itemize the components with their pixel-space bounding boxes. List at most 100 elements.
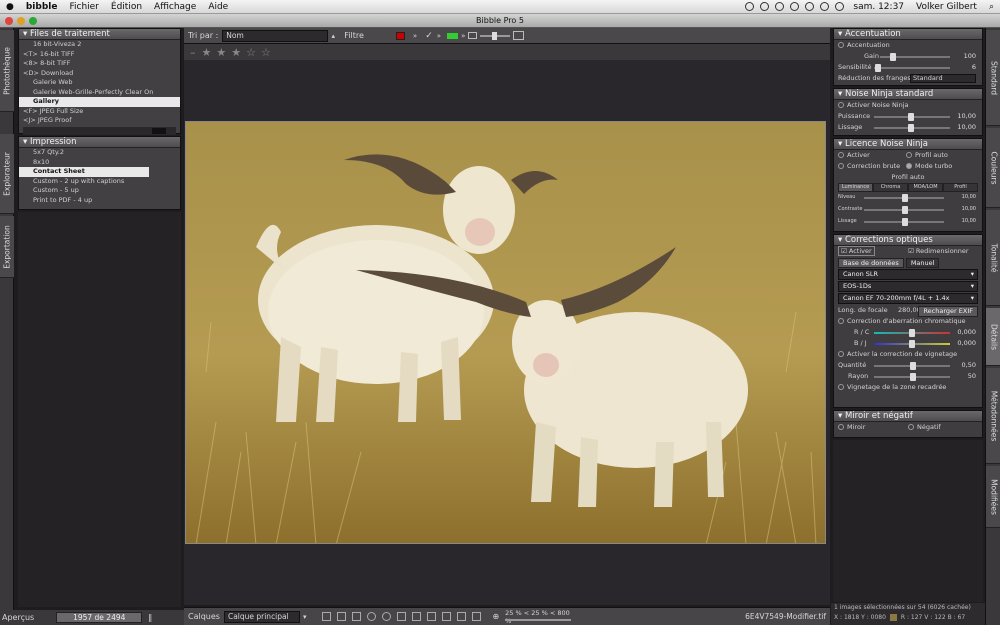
straighten-icon[interactable] xyxy=(337,612,347,621)
zoom-icon[interactable]: ⊕ xyxy=(492,612,499,621)
tab-metadonnees[interactable]: Métadonnées xyxy=(986,368,1000,464)
list-item[interactable]: <T> 16-bit TIFF xyxy=(19,50,180,60)
user-name[interactable]: Volker Gilbert xyxy=(910,2,983,12)
app-menu[interactable]: bibble xyxy=(20,2,64,12)
list-item[interactable]: 5x7 Qty.2 xyxy=(19,148,180,158)
green-label-icon[interactable] xyxy=(447,32,459,39)
menu-aide[interactable]: Aide xyxy=(202,2,234,12)
body-select[interactable]: EOS-1Ds xyxy=(838,281,978,292)
profil-auto-checkbox[interactable]: Profil auto xyxy=(906,150,948,161)
list-item[interactable]: <J> JPEG Proof xyxy=(19,116,180,126)
tab-modifiees[interactable]: Modifiées xyxy=(986,466,1000,528)
list-item[interactable]: Galerie Web xyxy=(19,78,180,88)
status-icon[interactable] xyxy=(760,2,770,11)
zoom-control[interactable]: 25 % < 25 % < 800 % xyxy=(505,609,575,625)
redeye-icon[interactable] xyxy=(382,612,392,621)
tab-details[interactable]: Détails xyxy=(986,308,1000,366)
eyedropper-icon[interactable] xyxy=(427,612,437,621)
horizontal-scrollbar[interactable] xyxy=(23,126,176,135)
noise-license-header[interactable]: ▾ Licence Noise Ninja xyxy=(834,139,982,150)
list-item[interactable]: Galerie Web-Grille-Perfectly Clear On xyxy=(19,88,180,98)
power-slider[interactable] xyxy=(874,113,950,121)
gain-slider[interactable] xyxy=(880,53,950,61)
tab-explorateur[interactable]: Explorateur xyxy=(0,134,14,214)
close-icon[interactable] xyxy=(5,17,13,25)
mirror-checkbox[interactable]: Miroir xyxy=(838,423,865,431)
tab-phototheque[interactable]: Photothèque xyxy=(0,30,14,112)
zoom-icon[interactable] xyxy=(29,17,37,25)
zoom-slider[interactable] xyxy=(505,618,572,621)
layer-select[interactable]: Calque principal xyxy=(223,610,300,623)
scrollbar-thumb[interactable] xyxy=(152,127,166,134)
lens-select[interactable]: Canon EF 70-200mm f/4L + 1.4x xyxy=(838,293,978,304)
vignette-zone-toggle[interactable]: Vignetage de la zone recadrée xyxy=(834,382,982,393)
camera-select[interactable]: Canon SLR xyxy=(838,269,978,280)
menu-edition[interactable]: Édition xyxy=(105,2,148,12)
star-icon[interactable]: ☆ xyxy=(246,46,256,59)
bj-slider[interactable] xyxy=(874,340,950,348)
negative-checkbox[interactable]: Négatif xyxy=(908,422,941,433)
smoothing-slider[interactable] xyxy=(874,124,950,132)
list-item[interactable]: Contact Sheet xyxy=(19,167,149,177)
list-item[interactable]: 8x10 xyxy=(19,158,180,168)
chevron-down-icon[interactable]: ▾ xyxy=(303,613,307,621)
red-label-icon[interactable] xyxy=(395,31,405,40)
slider-knob[interactable] xyxy=(492,31,498,40)
tab-profil[interactable]: Profil xyxy=(943,183,978,192)
spotlight-icon[interactable]: ⌕ xyxy=(983,2,1000,12)
star-icon[interactable]: ★ xyxy=(231,46,241,59)
print-panel-header[interactable]: ▾ Impression xyxy=(19,137,180,148)
hand-icon[interactable] xyxy=(457,612,467,621)
clock[interactable]: sam. 12:37 xyxy=(847,2,910,12)
thumbnail-small-icon[interactable] xyxy=(468,32,478,39)
tab-luminance[interactable]: Luminance xyxy=(838,183,873,192)
volume-icon[interactable] xyxy=(820,2,830,11)
thumbnail-large-icon[interactable] xyxy=(513,31,525,40)
status-icon[interactable] xyxy=(775,2,785,11)
chevron-icon[interactable]: » xyxy=(437,32,441,40)
sensitivity-slider[interactable] xyxy=(874,64,950,72)
star-icon[interactable]: ★ xyxy=(202,46,212,59)
wifi-icon[interactable] xyxy=(805,2,815,11)
tab-chroma[interactable]: Chroma xyxy=(873,183,908,192)
tab-database[interactable]: Base de données xyxy=(838,258,904,268)
noise-toggle[interactable]: Activer Noise Ninja xyxy=(834,100,982,111)
chevron-icon[interactable]: » xyxy=(413,32,417,40)
star-icon[interactable]: ★ xyxy=(216,46,226,59)
fringe-select[interactable]: Standard xyxy=(910,74,976,83)
list-item[interactable]: Print to PDF - 4 up xyxy=(19,196,180,206)
brush-icon[interactable] xyxy=(397,612,407,621)
list-item[interactable]: Custom - 2 up with captions xyxy=(19,177,180,187)
apple-icon[interactable]: ● xyxy=(0,2,20,12)
accentuation-toggle[interactable]: Accentuation xyxy=(834,40,982,51)
pause-icon[interactable]: ‖ xyxy=(148,613,152,622)
raw-correction-checkbox[interactable]: Correction brute xyxy=(838,162,900,170)
tab-manual[interactable]: Manuel xyxy=(905,258,940,268)
list-item[interactable]: <8> 8-bit TIFF xyxy=(19,59,180,69)
no-rating-icon[interactable]: – xyxy=(190,46,196,59)
list-item[interactable]: <D> Download xyxy=(19,69,180,79)
contrast-slider[interactable] xyxy=(864,206,944,214)
tab-tonalite[interactable]: Tonalité xyxy=(986,210,1000,306)
resize-checkbox[interactable]: ☑ Redimensionner xyxy=(908,246,969,257)
level-slider[interactable] xyxy=(864,194,944,202)
aberration-toggle[interactable]: Correction d'aberration chromatique xyxy=(834,316,982,327)
list-item[interactable]: 16 bit-Viveza 2 xyxy=(19,40,180,50)
check-icon[interactable]: ✓ xyxy=(425,31,433,41)
minimize-icon[interactable] xyxy=(17,17,25,25)
menu-fichier[interactable]: Fichier xyxy=(63,2,104,12)
vignette-toggle[interactable]: Activer la correction de vignetage xyxy=(834,349,982,360)
optics-header[interactable]: ▾ Corrections optiques xyxy=(834,235,982,246)
rotate-icon[interactable] xyxy=(352,612,362,621)
sort-select[interactable]: Nom xyxy=(222,29,329,42)
photo-preview[interactable] xyxy=(185,121,826,544)
rc-slider[interactable] xyxy=(874,329,950,337)
activate-checkbox[interactable]: Activer xyxy=(838,151,870,159)
warning-icon[interactable] xyxy=(472,612,482,621)
mirror-header[interactable]: ▾ Miroir et négatif xyxy=(834,411,982,422)
list-item[interactable]: Custom - 5 up xyxy=(19,186,180,196)
noise-ninja-header[interactable]: ▾ Noise Ninja standard xyxy=(834,89,982,100)
radius-slider[interactable] xyxy=(874,373,950,381)
crop-icon[interactable] xyxy=(322,612,332,621)
chevron-icon[interactable]: » xyxy=(461,32,465,40)
